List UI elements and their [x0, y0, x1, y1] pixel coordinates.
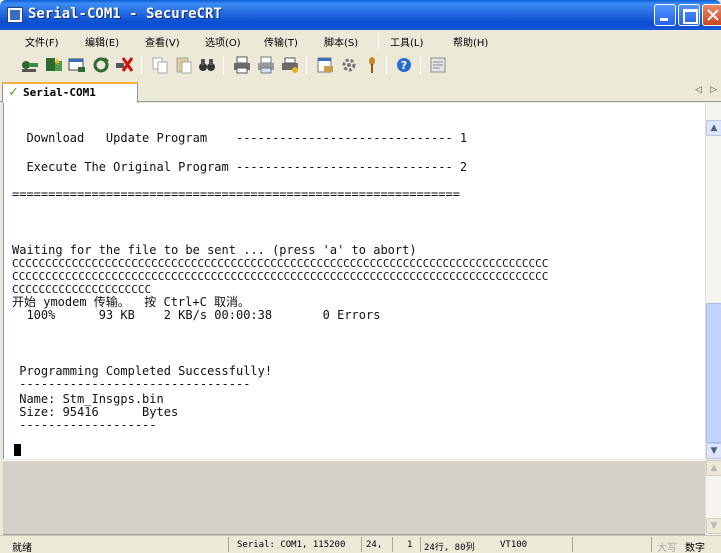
toolbar-separator	[386, 56, 387, 74]
tab-scroll-left-icon[interactable]: ◁	[695, 85, 702, 95]
scroll-up-icon[interactable]: ▲	[706, 120, 721, 136]
status-row: 24,	[366, 540, 383, 550]
menu-edit[interactable]: 编辑(E)	[85, 34, 119, 49]
disconnect-icon[interactable]	[115, 55, 135, 75]
status-num-lock: 数字	[685, 543, 705, 553]
terminal-line: ========================================…	[12, 187, 460, 201]
quick-connect-icon[interactable]	[44, 55, 64, 75]
menu-bar: 文件(F) 编辑(E) 查看(V) 选项(O) 传输(T) 脚本(S) 工具(L…	[0, 30, 721, 52]
terminal-line: 100% 93 KB 2 KB/s 00:00:38 0 Errors	[12, 308, 381, 322]
menu-view[interactable]: 查看(V)	[145, 34, 180, 49]
terminal-line: Execute The Original Program -----------…	[12, 160, 468, 174]
print-setup-icon[interactable]	[280, 55, 300, 75]
connect-icon[interactable]	[20, 55, 40, 75]
terminal-output[interactable]: Download Update Program ----------------…	[3, 103, 705, 459]
tab-serial-com1[interactable]: ✓ Serial-COM1	[2, 82, 138, 103]
status-divider	[572, 537, 573, 552]
copy-icon[interactable]	[150, 55, 170, 75]
status-divider	[420, 537, 421, 552]
close-button[interactable]	[702, 4, 721, 26]
session-tab-strip: ✓ Serial-COM1 ◁ ▷	[0, 80, 721, 103]
status-size: 24行, 80列	[424, 543, 475, 553]
terminal-scrollbar[interactable]: ▲ ▼	[705, 103, 721, 459]
maximize-button[interactable]	[678, 4, 700, 26]
status-col: 1	[407, 540, 413, 550]
command-pane[interactable]	[3, 460, 705, 535]
scroll-down-icon[interactable]: ▼	[706, 443, 721, 459]
minimize-button[interactable]	[654, 4, 676, 26]
terminal-line: Waiting for the file to be sent ... (pre…	[12, 243, 417, 257]
terminal-line: CCCCCCCCCCCCCCCCCCCCCCCCCCCCCCCCCCCCCCCC…	[12, 257, 549, 270]
terminal-line: -------------------	[12, 418, 157, 432]
menu-file[interactable]: 文件(F)	[25, 34, 59, 49]
toolbar: ?	[0, 52, 721, 78]
status-caps-lock: 大写	[657, 543, 677, 553]
svg-text:?: ?	[401, 59, 407, 72]
window-title: Serial-COM1 - SecureCRT	[28, 6, 222, 22]
menu-options[interactable]: 选项(O)	[205, 34, 241, 49]
menu-tools[interactable]: 工具(L)	[390, 34, 423, 49]
find-icon[interactable]	[197, 55, 217, 75]
terminal-line: --------------------------------	[12, 377, 251, 391]
connected-check-icon: ✓	[8, 85, 19, 100]
status-ready: 就绪	[12, 543, 32, 553]
securecrt-app-icon[interactable]	[7, 7, 23, 23]
terminal-line: CCCCCCCCCCCCCCCCCCCCCCCCCCCCCCCCCCCCCCCC…	[12, 270, 549, 283]
toolbar-separator	[420, 56, 421, 74]
log-icon[interactable]	[428, 55, 448, 75]
scroll-thumb[interactable]	[706, 303, 721, 443]
keymap-icon[interactable]	[362, 55, 382, 75]
menu-separator	[378, 33, 379, 49]
scroll-down-icon[interactable]: ▼	[706, 518, 721, 534]
menu-transfer[interactable]: 传输(T)	[264, 34, 298, 49]
toolbar-separator	[223, 56, 224, 74]
help-icon[interactable]: ?	[394, 55, 414, 75]
status-connection: Serial: COM1, 115200	[237, 540, 346, 550]
status-divider	[228, 537, 229, 552]
print-selection-icon[interactable]	[256, 55, 276, 75]
toolbar-separator	[141, 56, 142, 74]
session-options-icon[interactable]	[315, 55, 335, 75]
paste-icon[interactable]	[174, 55, 194, 75]
menu-help[interactable]: 帮助(H)	[453, 34, 488, 49]
command-pane-scrollbar[interactable]: ▲ ▼	[705, 460, 721, 535]
menu-script[interactable]: 脚本(S)	[324, 34, 358, 49]
title-bar[interactable]: Serial-COM1 - SecureCRT	[0, 0, 721, 30]
status-emulation: VT100	[500, 540, 528, 550]
status-bar: 就绪 Serial: COM1, 115200 24, 1 24行, 80列 V…	[0, 535, 721, 553]
tab-label: Serial-COM1	[23, 86, 96, 99]
global-options-icon[interactable]	[339, 55, 359, 75]
status-divider	[361, 537, 362, 552]
status-divider	[392, 537, 393, 552]
scroll-up-icon[interactable]: ▲	[706, 460, 721, 476]
reconnect-icon[interactable]	[91, 55, 111, 75]
toolbar-separator	[306, 56, 307, 74]
tab-scroll-right-icon[interactable]: ▷	[710, 85, 717, 95]
connect-tab-icon[interactable]	[67, 55, 87, 75]
terminal-cursor	[14, 444, 21, 456]
terminal-line: Download Update Program ----------------…	[12, 131, 468, 145]
print-icon[interactable]	[232, 55, 252, 75]
status-divider	[651, 537, 652, 552]
